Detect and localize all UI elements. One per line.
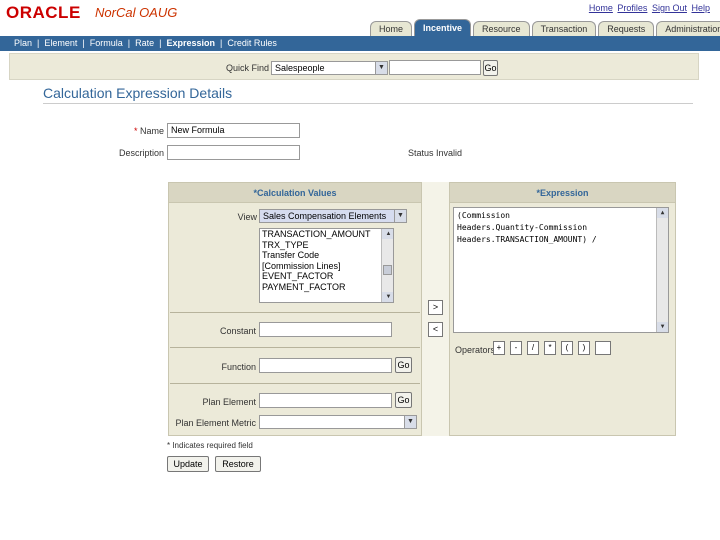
view-label: View bbox=[237, 212, 257, 222]
operator-minus-button[interactable]: - bbox=[510, 341, 522, 355]
list-item[interactable]: PAYMENT_FACTOR bbox=[260, 282, 393, 293]
global-links: Home Profiles Sign Out Help bbox=[587, 3, 710, 13]
view-select-value: Sales Compensation Elements bbox=[263, 211, 387, 221]
subnav-separator: | bbox=[159, 38, 162, 48]
subnav-rate[interactable]: Rate bbox=[135, 38, 154, 48]
quick-find-input[interactable] bbox=[389, 60, 481, 75]
subnav-separator: | bbox=[127, 38, 131, 48]
tab-incentive[interactable]: Incentive bbox=[414, 19, 472, 36]
list-item[interactable]: Transfer Code bbox=[260, 250, 393, 261]
title-divider bbox=[43, 103, 693, 104]
tab-administration[interactable]: Administration bbox=[656, 21, 720, 36]
move-right-button[interactable]: > bbox=[428, 300, 443, 315]
plan-element-metric-label: Plan Element Metric bbox=[175, 418, 256, 428]
chevron-down-icon: ▼ bbox=[394, 210, 406, 222]
expression-line: (Commission bbox=[457, 211, 510, 220]
move-left-button[interactable]: < bbox=[428, 322, 443, 337]
subnav-expression[interactable]: Expression bbox=[166, 38, 215, 48]
tab-requests[interactable]: Requests bbox=[598, 21, 655, 36]
sign-out-link[interactable]: Sign Out bbox=[652, 3, 687, 13]
calculation-values-header: *Calculation Values bbox=[169, 183, 421, 203]
scroll-up-icon[interactable]: ▲ bbox=[382, 229, 393, 239]
subnav-plan[interactable]: Plan bbox=[14, 38, 32, 48]
list-item[interactable]: TRANSACTION_AMOUNT bbox=[260, 229, 393, 240]
subnav-separator: | bbox=[219, 38, 223, 48]
operator-multiply-button[interactable]: * bbox=[544, 341, 556, 355]
norcal-oaug-logo: NorCal OAUG bbox=[95, 5, 178, 20]
scroll-thumb[interactable] bbox=[383, 265, 392, 275]
operator-open-paren-button[interactable]: ( bbox=[561, 341, 573, 355]
page-title: Calculation Expression Details bbox=[43, 85, 233, 101]
quick-find-go-button[interactable]: Go bbox=[483, 60, 498, 76]
status-display: Status Invalid bbox=[408, 148, 462, 158]
expression-scrollbar[interactable]: ▲ ▼ bbox=[656, 208, 668, 332]
subnav-separator: | bbox=[37, 38, 40, 48]
list-scrollbar[interactable]: ▲ ▼ bbox=[381, 229, 393, 302]
profiles-link[interactable]: Profiles bbox=[617, 3, 647, 13]
subnav-credit-rules[interactable]: Credit Rules bbox=[227, 38, 277, 48]
name-field[interactable]: New Formula bbox=[167, 123, 300, 138]
description-label: Description bbox=[118, 148, 164, 158]
plan-element-label: Plan Element bbox=[202, 397, 256, 407]
status-value: Invalid bbox=[436, 148, 463, 158]
operator-plus-button[interactable]: + bbox=[493, 341, 505, 355]
subnav-element[interactable]: Element bbox=[44, 38, 77, 48]
quick-find-select[interactable]: Salespeople ▼ bbox=[271, 61, 388, 75]
operator-close-paren-button[interactable]: ) bbox=[578, 341, 590, 355]
section-divider bbox=[170, 347, 420, 348]
main-tabs: Home Incentive Resource Transaction Requ… bbox=[370, 19, 720, 36]
update-button[interactable]: Update bbox=[167, 456, 209, 472]
expression-line: Headers.Quantity-Commission bbox=[457, 223, 588, 232]
plan-element-go-button[interactable]: Go bbox=[395, 392, 412, 408]
subnav-separator: | bbox=[82, 38, 85, 48]
home-link[interactable]: Home bbox=[589, 3, 613, 13]
scroll-up-icon[interactable]: ▲ bbox=[657, 208, 668, 218]
scroll-down-icon[interactable]: ▼ bbox=[657, 322, 668, 332]
expression-textarea[interactable]: (Commission Headers.Quantity-Commission … bbox=[453, 207, 669, 333]
constant-label: Constant bbox=[219, 326, 256, 336]
description-field[interactable] bbox=[167, 145, 300, 160]
chevron-down-icon: ▼ bbox=[375, 62, 387, 74]
operators-label: Operators bbox=[455, 345, 496, 355]
name-label-text: Name bbox=[139, 126, 164, 136]
plan-element-field[interactable] bbox=[259, 393, 392, 408]
operator-divide-button[interactable]: / bbox=[527, 341, 539, 355]
chevron-down-icon: ▼ bbox=[404, 416, 416, 428]
quick-find-label: Quick Find bbox=[226, 63, 270, 73]
view-select[interactable]: Sales Compensation Elements ▼ bbox=[259, 209, 407, 223]
restore-button[interactable]: Restore bbox=[215, 456, 261, 472]
expression-header: *Expression bbox=[450, 183, 675, 203]
quick-find-select-value: Salespeople bbox=[275, 63, 325, 73]
expression-line: Headers.TRANSACTION_AMOUNT) / bbox=[457, 235, 597, 244]
section-divider bbox=[170, 312, 420, 313]
required-note: * Indicates required field bbox=[167, 441, 253, 450]
calculation-values-list[interactable]: TRANSACTION_AMOUNT TRX_TYPE Transfer Cod… bbox=[259, 228, 394, 303]
constant-field[interactable] bbox=[259, 322, 392, 337]
tab-home[interactable]: Home bbox=[370, 21, 413, 36]
sub-navigation: Plan | Element | Formula | Rate | Expression | Cre… bbox=[0, 36, 720, 51]
operator-extra-button[interactable] bbox=[595, 341, 611, 355]
list-item[interactable]: TRX_TYPE bbox=[260, 240, 393, 251]
function-label: Function bbox=[221, 362, 256, 372]
plan-element-metric-select[interactable]: ▼ bbox=[259, 415, 417, 429]
list-item[interactable]: EVENT_FACTOR bbox=[260, 271, 393, 282]
subnav-formula[interactable]: Formula bbox=[90, 38, 123, 48]
operator-buttons: + - / * ( ) bbox=[493, 341, 611, 355]
section-divider bbox=[170, 383, 420, 384]
tab-resource[interactable]: Resource bbox=[473, 21, 530, 36]
list-item[interactable]: [Commission Lines] bbox=[260, 261, 393, 272]
help-link[interactable]: Help bbox=[691, 3, 710, 13]
function-go-button[interactable]: Go bbox=[395, 357, 412, 373]
scroll-down-icon[interactable]: ▼ bbox=[382, 292, 393, 302]
status-label: Status bbox=[408, 148, 434, 158]
name-label: * Name bbox=[110, 126, 164, 136]
function-field[interactable] bbox=[259, 358, 392, 373]
oracle-logo: ORACLE bbox=[6, 3, 81, 22]
tab-transaction[interactable]: Transaction bbox=[531, 21, 597, 36]
